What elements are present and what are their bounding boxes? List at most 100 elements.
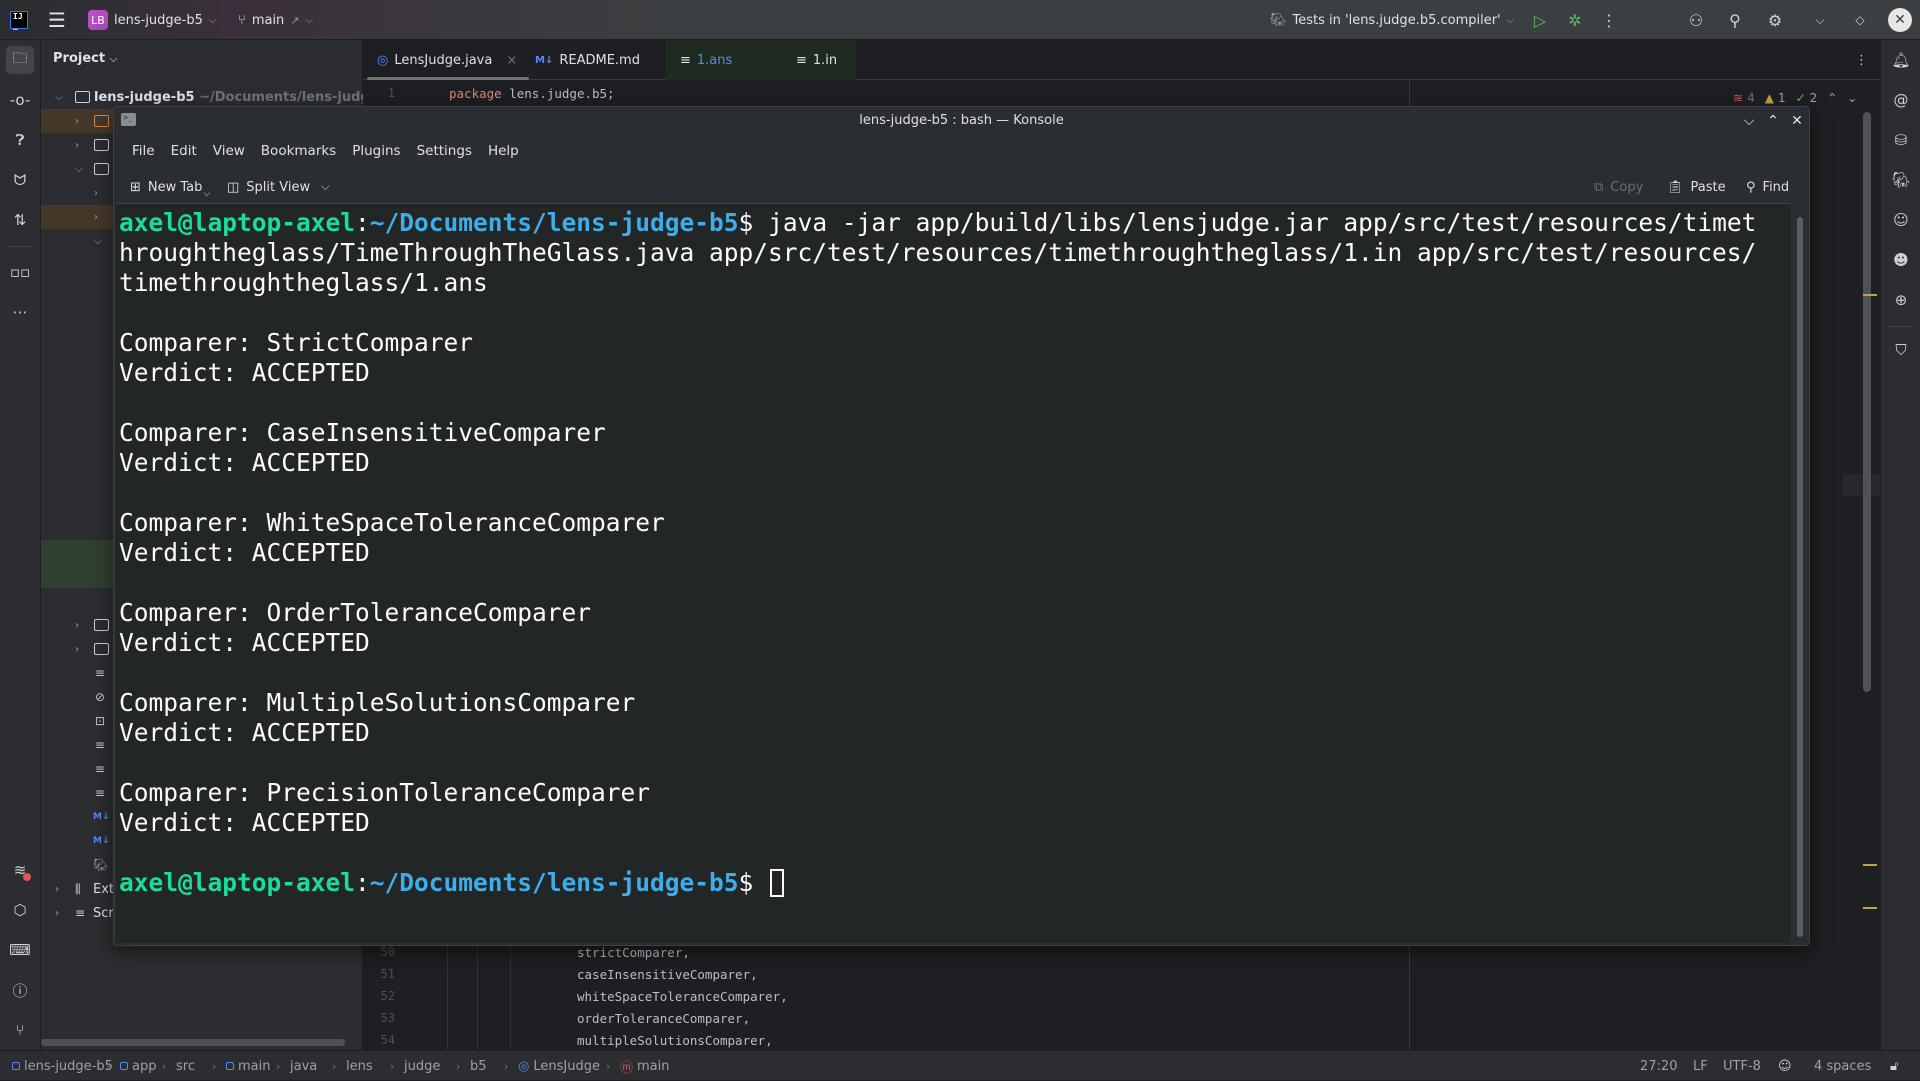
- maximize-button[interactable]: ⌃: [1763, 111, 1783, 131]
- main-menu-button[interactable]: ☰: [48, 0, 66, 40]
- code-line[interactable]: strictComparer,: [577, 945, 690, 960]
- menu-plugins[interactable]: Plugins: [344, 143, 408, 159]
- code-line[interactable]: package lens.judge.b5;: [449, 86, 615, 101]
- copilot-chat-button[interactable]: ☻: [1887, 246, 1915, 274]
- debug-button[interactable]: ✲: [1563, 8, 1587, 32]
- gitlab-tool-button[interactable]: ᗢ: [6, 166, 34, 194]
- copy-button[interactable]: ⧉ Copy: [1594, 171, 1643, 203]
- window-minimize-button[interactable]: ⌵: [1808, 8, 1832, 32]
- database-button[interactable]: ⛁: [1887, 126, 1915, 154]
- tab-1-in[interactable]: ≡ 1.in: [786, 40, 856, 80]
- project-tool-button[interactable]: 🗀︎: [6, 46, 34, 74]
- close-button[interactable]: ✕: [1787, 111, 1807, 131]
- menu-view[interactable]: View: [205, 143, 253, 159]
- minimize-button[interactable]: ⌵: [1739, 111, 1759, 131]
- pull-requests-tool-button[interactable]: ⇅: [6, 206, 34, 234]
- ok-count: 2: [1809, 91, 1818, 105]
- ai-assistant-tool-button[interactable]: ❓︎: [6, 126, 34, 154]
- breadcrumb-item[interactable]: lens: [346, 1051, 373, 1081]
- clipboard-icon: 📋︎: [1667, 179, 1684, 195]
- chevron-down-icon[interactable]: ⌄: [1847, 91, 1857, 105]
- window-restore-button[interactable]: ◇: [1848, 8, 1872, 32]
- plugin-button[interactable]: ⊕: [1887, 286, 1915, 314]
- breadcrumb-item[interactable]: main: [226, 1051, 270, 1081]
- branch-selector[interactable]: ⑂ main ↗ ⌵: [238, 0, 313, 40]
- notifications-button[interactable]: 🔔︎: [1887, 46, 1915, 74]
- structure-tool-button[interactable]: ▫▫: [6, 258, 34, 286]
- menu-bookmarks[interactable]: Bookmarks: [253, 143, 344, 159]
- breadcrumb-item[interactable]: lens-judge-b5: [12, 1051, 113, 1081]
- chevron-up-icon[interactable]: ⌃: [1827, 91, 1837, 105]
- breadcrumb-item[interactable]: app: [120, 1051, 156, 1081]
- warning-marker[interactable]: [1863, 907, 1877, 909]
- output-line: Verdict: ACCEPTED: [119, 718, 370, 747]
- problems-tool-button[interactable]: ⓘ: [6, 976, 34, 1004]
- code-with-me-button[interactable]: ⚇: [1684, 8, 1708, 32]
- project-panel-title[interactable]: Project ⌵: [53, 51, 117, 66]
- editor-vertical-scrollbar[interactable]: [1863, 112, 1871, 692]
- project-selector[interactable]: LB lens-judge-b5 ⌵: [88, 0, 216, 40]
- caret-position[interactable]: 27:20: [1640, 1051, 1677, 1081]
- copilot-status[interactable]: ☺: [1778, 1051, 1792, 1081]
- problems-services-button[interactable]: ≋: [6, 856, 34, 884]
- file-encoding[interactable]: UTF-8: [1723, 1051, 1761, 1081]
- ai-chat-button[interactable]: @: [1887, 86, 1915, 114]
- code-line[interactable]: caseInsensitiveComparer,: [577, 967, 758, 982]
- project-horizontal-scrollbar[interactable]: [41, 1039, 345, 1046]
- new-tab-button[interactable]: ⊞ New Tab ⌵: [130, 171, 210, 203]
- split-view-button[interactable]: ◫ Split View ⌵: [227, 171, 329, 203]
- breadcrumb-item[interactable]: ⓜ main: [620, 1051, 670, 1081]
- menu-file[interactable]: File: [124, 143, 163, 159]
- find-button[interactable]: ⚲ Find: [1746, 171, 1789, 203]
- menu-settings[interactable]: Settings: [409, 143, 480, 159]
- tab-1-ans[interactable]: ≡ 1.ans: [666, 40, 786, 80]
- breadcrumb-item[interactable]: java: [290, 1051, 317, 1081]
- menu-help[interactable]: Help: [480, 143, 527, 159]
- menu-edit[interactable]: Edit: [163, 143, 205, 159]
- run-button[interactable]: ▷: [1528, 8, 1552, 32]
- git-tool-button[interactable]: ⑂: [6, 1016, 34, 1044]
- search-everywhere-button[interactable]: ⚲: [1723, 8, 1747, 32]
- breadcrumb-label: main: [238, 1058, 271, 1074]
- breadcrumb-item[interactable]: judge: [404, 1051, 440, 1081]
- terminal-scrollbar[interactable]: [1797, 217, 1803, 937]
- run-config-selector[interactable]: 🐘︎ Tests in 'lens.judge.b5.compiler' ⌵: [1270, 0, 1514, 40]
- close-tab-icon[interactable]: ×: [506, 53, 517, 68]
- tab-lensjudge-java[interactable]: ◎ LensJudge.java ×: [377, 40, 517, 80]
- command-continuation: hroughtheglass/TimeThroughTheGlass.java …: [119, 238, 1757, 267]
- expand-arrow-icon: ⌵: [55, 91, 63, 103]
- terminal-output[interactable]: axel@laptop-axel:~/Documents/lens-judge-…: [116, 203, 1790, 943]
- inspection-widget[interactable]: ≋ 4 ▲ 1 ✓ 2 ⌃ ⌄: [1733, 88, 1857, 108]
- breadcrumb-item[interactable]: b5: [470, 1051, 487, 1081]
- encoding-label: UTF-8: [1723, 1058, 1761, 1074]
- more-tools-button[interactable]: ⋯: [6, 298, 34, 326]
- text-file-icon: ≡: [95, 786, 106, 800]
- code-line[interactable]: orderToleranceComparer,: [577, 1011, 750, 1026]
- commit-tool-button[interactable]: -o-: [6, 86, 34, 114]
- gradle-button[interactable]: 🐘︎: [1887, 166, 1915, 194]
- code-line[interactable]: whiteSpaceToleranceComparer,: [577, 989, 788, 1004]
- read-only-toggle[interactable]: 🔓︎: [1890, 1051, 1898, 1081]
- line-ending[interactable]: LF: [1693, 1051, 1708, 1081]
- window-close-button[interactable]: ✕: [1888, 8, 1912, 32]
- indent-setting[interactable]: 4 spaces: [1814, 1051, 1871, 1081]
- breadcrumb-label: main: [637, 1058, 670, 1074]
- app-logo[interactable]: IJ _: [10, 0, 28, 40]
- warning-marker[interactable]: [1863, 864, 1877, 866]
- warning-icon: ▲: [1764, 91, 1774, 105]
- warning-marker[interactable]: [1863, 294, 1877, 296]
- tabs-more-button[interactable]: ⋮: [1855, 40, 1868, 80]
- search-icon: ⚲: [1746, 179, 1756, 195]
- breadcrumb-item[interactable]: src: [176, 1051, 195, 1081]
- services-tool-button[interactable]: ⬡: [6, 896, 34, 924]
- paste-button[interactable]: 📋︎ Paste: [1667, 171, 1726, 203]
- more-actions-button[interactable]: ⋮: [1597, 8, 1621, 32]
- tab-readme-md[interactable]: M↓ README.md: [535, 40, 640, 80]
- code-line[interactable]: multipleSolutionsComparer,: [577, 1033, 773, 1048]
- breadcrumb-item[interactable]: ◎ LensJudge: [518, 1051, 600, 1081]
- settings-button[interactable]: ⚙: [1763, 8, 1787, 32]
- terminal-tool-button[interactable]: ⌨: [6, 936, 34, 964]
- security-button[interactable]: ⛉: [1887, 336, 1915, 364]
- copilot-button[interactable]: ☺: [1887, 206, 1915, 234]
